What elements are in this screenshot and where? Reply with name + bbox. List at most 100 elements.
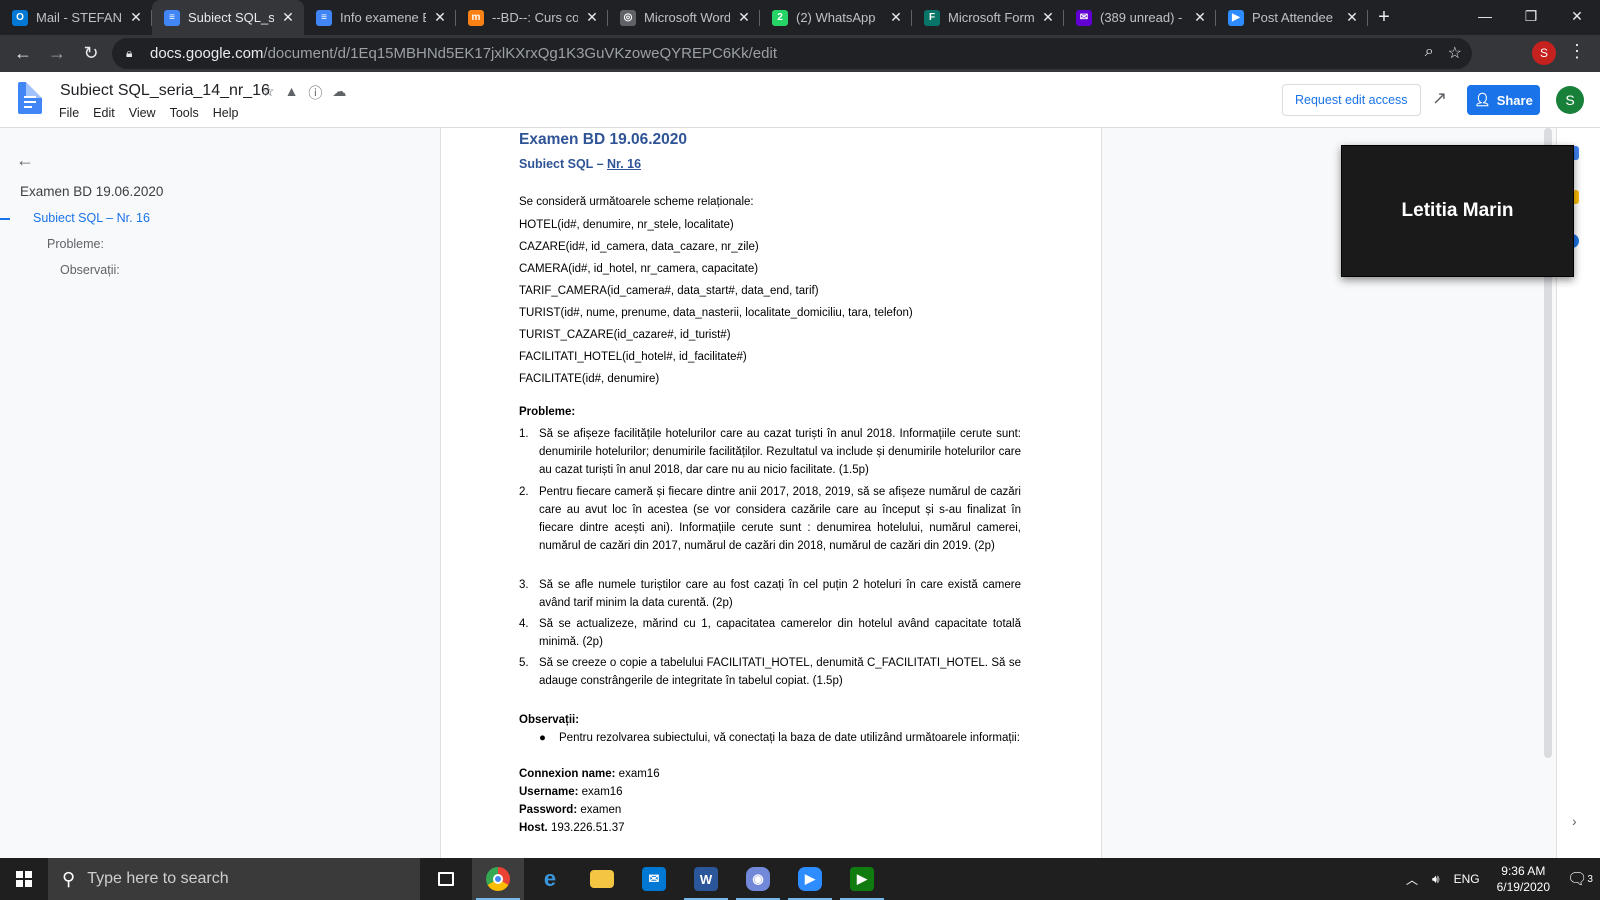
outline-item-probleme[interactable]: Probleme: [47, 237, 104, 251]
schema-line: TURIST_CAZARE(id_cazare#, id_turist#) [519, 329, 731, 341]
browser-tab[interactable]: m --BD--: Curs co ✕ [456, 0, 608, 35]
problem-number: 5. [519, 657, 529, 669]
word-taskbar-icon[interactable]: W [680, 858, 732, 900]
connection-label: Host. [519, 822, 548, 834]
browser-profile-avatar[interactable]: S [1532, 41, 1556, 65]
notifications-icon[interactable]: 🗨︎ 3 [1560, 869, 1600, 889]
system-tray: ︿ 🔊︎ ENG 9:36 AM 6/19/2020 🗨︎ 3 [1399, 858, 1600, 900]
task-view-icon[interactable] [420, 858, 472, 900]
discord-taskbar-icon[interactable]: ◉ [732, 858, 784, 900]
zoom-taskbar-icon[interactable]: ▶ [784, 858, 836, 900]
subheading-prefix: Subiect SQL – [519, 157, 607, 171]
request-edit-access-button[interactable]: Request edit access [1282, 84, 1421, 116]
google-docs-logo-icon[interactable] [18, 82, 42, 114]
close-tab-icon[interactable]: ✕ [736, 9, 752, 26]
taskbar-search[interactable]: ⚲ Type here to search [48, 858, 420, 900]
moodle-icon: m [468, 9, 484, 26]
browser-tab[interactable]: F Microsoft Form ✕ [912, 0, 1064, 35]
menu-item[interactable]: Tools [170, 106, 199, 120]
browser-tab[interactable]: ≡ Info examene B ✕ [304, 0, 456, 35]
windows-taskbar: ⚲ Type here to search e ✉ W ◉ ▶ ▶ ︿ 🔊︎ E… [0, 858, 1600, 900]
expand-side-panel-icon[interactable]: › [1572, 813, 1577, 829]
move-to-drive-icon[interactable]: ▲ [285, 83, 299, 103]
zoom-magnifier-icon[interactable]: ⌕ [1425, 43, 1434, 63]
connection-value: exam16 [578, 786, 623, 798]
info-icon[interactable]: ⓘ [308, 83, 322, 103]
file-explorer-taskbar-icon[interactable] [576, 858, 628, 900]
share-button[interactable]: 👤︎ Share [1467, 85, 1540, 115]
account-avatar[interactable]: S [1556, 86, 1584, 114]
document-title[interactable]: Subiect SQL_seria_14_nr_16 [60, 82, 270, 100]
bookmark-star-icon[interactable]: ☆ [1448, 43, 1462, 63]
close-tab-icon[interactable]: ✕ [128, 9, 144, 26]
browser-tab[interactable]: O Mail - STEFANI ✕ [0, 0, 152, 35]
mail-taskbar-icon[interactable]: ✉ [628, 858, 680, 900]
browser-menu-icon[interactable]: ⋮ [1568, 41, 1586, 62]
tab-title: Subiect SQL_se [188, 10, 274, 25]
document-outline: ← Examen BD 19.06.2020 Subiect SQL – Nr.… [0, 128, 440, 858]
activity-trend-icon[interactable]: ↗ [1432, 88, 1447, 109]
address-bar[interactable]: 🔒︎ docs.google.com/document/d/1Eq15MBHNd… [112, 38, 1472, 69]
minimize-icon[interactable]: — [1462, 0, 1508, 32]
menu-item[interactable]: Edit [93, 106, 115, 120]
docs-header: Subiect SQL_seria_14_nr_16 ☆ ▲ ⓘ ☁ File E… [0, 72, 1600, 128]
volume-icon[interactable]: 🔊︎ [1432, 872, 1440, 887]
close-outline-arrow-icon[interactable]: ← [16, 150, 34, 171]
chrome-taskbar-icon[interactable] [472, 858, 524, 900]
connection-label: Connexion name: [519, 768, 616, 780]
problem-text: Pentru fiecare cameră și fiecare dintre … [539, 486, 1021, 552]
schema-line: FACILITATE(id#, denumire) [519, 373, 660, 385]
restore-icon[interactable]: ❐ [1508, 0, 1554, 32]
tab-title: Info examene B [340, 10, 426, 25]
problem-text: Să se afișeze facilitățile hotelurilor c… [539, 428, 1021, 476]
outline-item-observatii[interactable]: Observații: [60, 263, 120, 277]
browser-tab[interactable]: ≡ Subiect SQL_se ✕ [152, 0, 304, 35]
new-tab-plus-icon[interactable]: + [1368, 0, 1400, 35]
browser-tab[interactable]: ▶ Post Attendee ✕ [1216, 0, 1368, 35]
edge-taskbar-icon[interactable]: e [524, 858, 576, 900]
close-tab-icon[interactable]: ✕ [1344, 9, 1360, 26]
forward-icon[interactable]: → [40, 37, 74, 71]
clock[interactable]: 9:36 AM 6/19/2020 [1497, 863, 1550, 895]
menu-item[interactable]: View [129, 106, 156, 120]
schema-line: CAMERA(id#, id_hotel, nr_camera, capacit… [519, 263, 759, 275]
start-button[interactable] [0, 858, 48, 900]
tab-title: (2) WhatsApp [796, 10, 876, 25]
close-tab-icon[interactable]: ✕ [1040, 9, 1056, 26]
outline-item-heading1[interactable]: Examen BD 19.06.2020 [20, 184, 163, 199]
connection-label: Username: [519, 786, 579, 798]
browser-tab[interactable]: 2 (2) WhatsApp ✕ [760, 0, 912, 35]
cloud-status-icon[interactable]: ☁ [332, 83, 346, 103]
menu-item[interactable]: File [59, 106, 79, 120]
menu-item[interactable]: Help [213, 106, 239, 120]
participant-name: Letitia Marin [1401, 200, 1514, 221]
language-indicator[interactable]: ENG [1454, 872, 1480, 886]
browser-tab[interactable]: ◎ Microsoft Word ✕ [608, 0, 760, 35]
tab-title: Microsoft Word [644, 10, 730, 25]
close-window-icon[interactable]: ✕ [1554, 0, 1600, 32]
schema-line: CAZARE(id#, id_camera, data_cazare, nr_z… [519, 241, 759, 253]
close-tab-icon[interactable]: ✕ [888, 9, 904, 26]
browser-toolbar: ← → ↻ 🔒︎ docs.google.com/document/d/1Eq1… [0, 35, 1600, 72]
connection-value: exam16 [615, 768, 660, 780]
tray-chevron-up-icon[interactable]: ︿ [1406, 871, 1418, 888]
close-tab-icon[interactable]: ✕ [584, 9, 600, 26]
close-tab-icon[interactable]: ✕ [280, 9, 296, 26]
tab-title: --BD--: Curs co [492, 10, 578, 25]
star-icon[interactable]: ☆ [262, 83, 275, 103]
document-page[interactable]: Examen BD 19.06.2020 Subiect SQL – Nr. 1… [440, 128, 1102, 858]
back-icon[interactable]: ← [6, 37, 40, 71]
media-app-taskbar-icon[interactable]: ▶ [836, 858, 888, 900]
subheading-link[interactable]: Nr. 16 [607, 157, 641, 171]
bullet-dot-icon: ● [539, 732, 546, 744]
docs-menubar: File Edit View Tools Help [59, 106, 238, 120]
google-docs-icon: ≡ [164, 9, 180, 26]
close-tab-icon[interactable]: ✕ [1192, 9, 1208, 26]
zoom-video-tile[interactable]: Letitia Marin [1341, 145, 1574, 277]
browser-tab[interactable]: ✉ (389 unread) - ✕ [1064, 0, 1216, 35]
zoom-icon: ▶ [1228, 9, 1244, 26]
close-tab-icon[interactable]: ✕ [432, 9, 448, 26]
outline-item-heading2[interactable]: Subiect SQL – Nr. 16 [33, 211, 150, 225]
reload-icon[interactable]: ↻ [74, 37, 108, 71]
observation-bullet: ● Pentru rezolvarea subiectului, vă cone… [539, 729, 1021, 747]
